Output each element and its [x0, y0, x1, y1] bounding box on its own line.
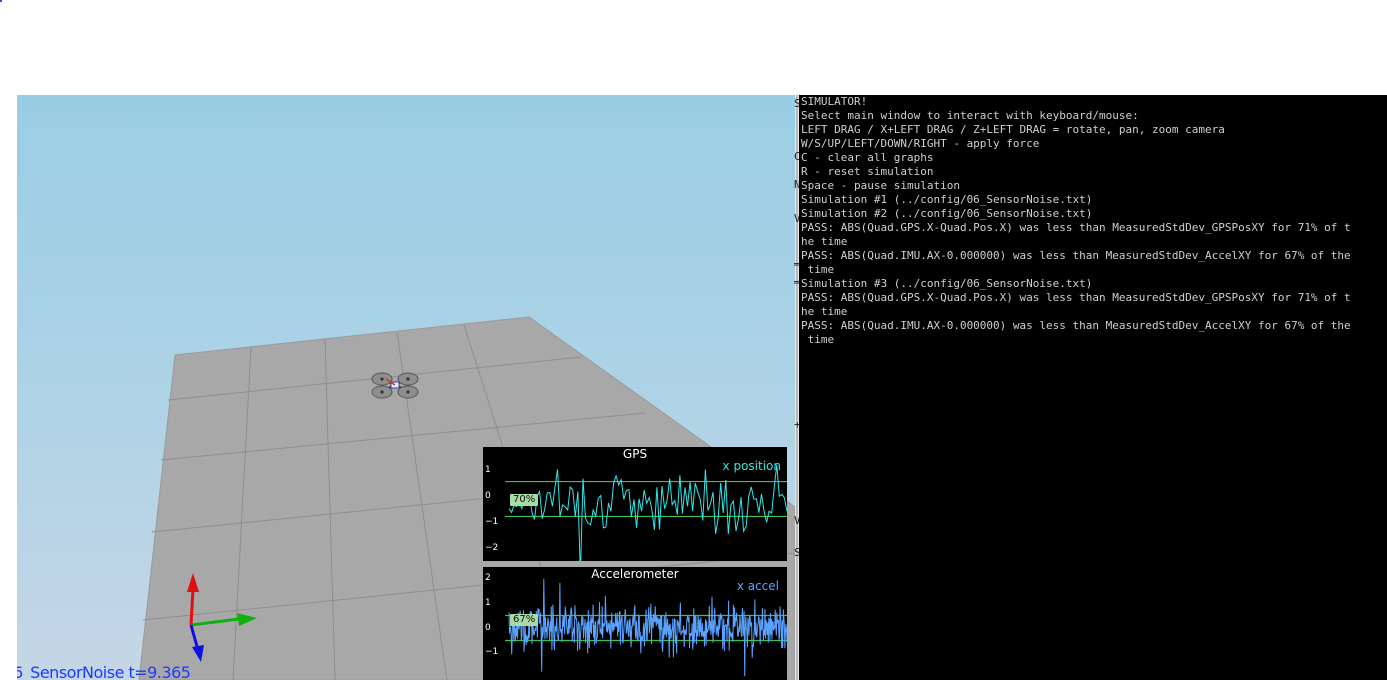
gps-percent-badge: 70%	[510, 494, 539, 506]
console-line: time	[801, 263, 835, 276]
console-window[interactable]: SIMULATOR! Select main window to interact…	[799, 95, 1387, 680]
console-line: LEFT DRAG / X+LEFT DRAG / Z+LEFT DRAG = …	[801, 123, 1225, 136]
console-line: Space - pause simulation	[801, 179, 960, 192]
accel-ytick: 2	[485, 573, 491, 583]
console-line: PASS: ABS(Quad.IMU.AX-0.000000) was less…	[801, 249, 1351, 262]
console-line: PASS: ABS(Quad.GPS.X-Quad.Pos.X) was les…	[801, 221, 1351, 234]
console-line: time	[801, 333, 835, 346]
console-line: Simulation #3 (../config/06_SensorNoise.…	[801, 277, 1093, 290]
console-line: he time	[801, 305, 848, 318]
console-line: PASS: ABS(Quad.IMU.AX-0.000000) was less…	[801, 319, 1351, 332]
console-line: he time	[801, 235, 848, 248]
console-line: Simulation #2 (../config/06_SensorNoise.…	[801, 207, 1093, 220]
gps-ytick: −2	[485, 543, 499, 553]
accel-ytick: 1	[485, 598, 491, 608]
console-line: SIMULATOR!	[801, 95, 868, 108]
console-line: C - clear all graphs	[801, 151, 934, 164]
gps-ytick: 0	[485, 491, 491, 501]
accel-ytick: −1	[485, 647, 499, 657]
gps-ytick: −1	[485, 517, 499, 527]
console-line: Simulation #1 (../config/06_SensorNoise.…	[801, 193, 1093, 206]
simulation-status-label: 6_SensorNoise t=9.365	[17, 663, 191, 680]
console-line: PASS: ABS(Quad.GPS.X-Quad.Pos.X) was les…	[801, 291, 1351, 304]
accel-percent-badge: 67%	[510, 614, 539, 626]
simulator-viewport[interactable]: GPS x position 1 0 −1 −2 70% Acceleromet…	[17, 95, 795, 680]
gps-ytick: 1	[485, 465, 491, 475]
signal-trace	[508, 578, 787, 677]
accel-ytick: 0	[485, 623, 491, 633]
signal-trace	[508, 464, 787, 561]
gps-series-label: x position	[722, 459, 781, 473]
console-line: Select main window to interact with keyb…	[801, 109, 1139, 122]
console-line: W/S/UP/LEFT/DOWN/RIGHT - apply force	[801, 137, 1040, 150]
gps-graph[interactable]: GPS x position 1 0 −1 −2 70%	[483, 447, 787, 561]
accelerometer-graph[interactable]: Accelerometer x accel 2 1 0 −1 67%	[483, 567, 787, 680]
accel-series-label: x accel	[736, 579, 779, 593]
corner-marker	[0, 0, 2, 2]
console-line: R - reset simulation	[801, 165, 934, 178]
console-output: SIMULATOR! Select main window to interact…	[799, 95, 1387, 347]
